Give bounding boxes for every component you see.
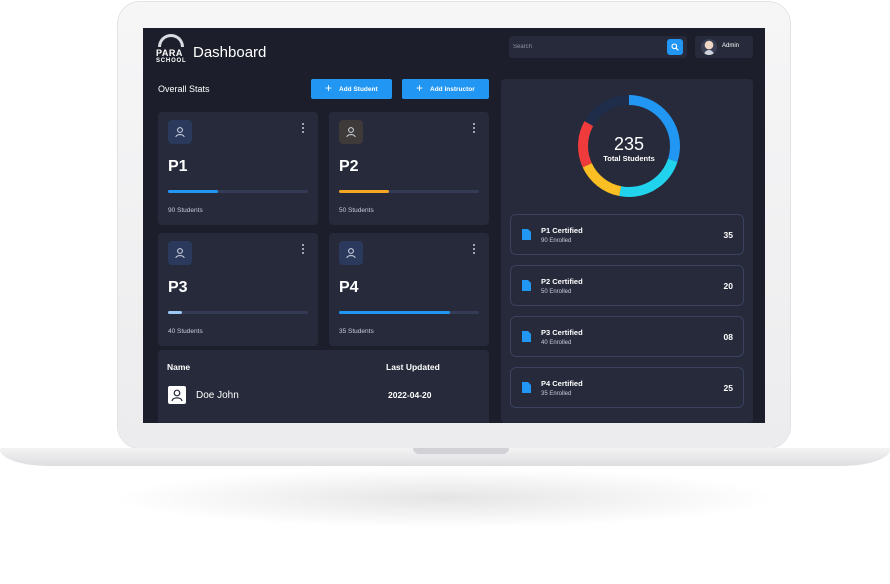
search-button[interactable] [667,39,683,55]
card-icon-box [339,120,363,144]
stat-card-p1[interactable]: P1 90 Students [158,112,318,225]
student-count: 50 Students [339,207,374,214]
certification-item[interactable]: P3 Certified 40 Enrolled 08 [510,316,744,357]
card-menu-icon[interactable] [300,244,306,258]
certification-title: P3 Certified [541,328,583,337]
progress-fill [168,311,182,314]
user-name: Admin [722,43,740,49]
user-menu[interactable]: Admin [695,36,753,58]
student-count: 40 Students [168,328,203,335]
certification-value: 08 [723,332,733,342]
table-row-name[interactable]: Doe John [196,390,239,401]
add-student-button[interactable]: + Add Student [311,79,392,99]
para-school-logo[interactable]: PARA SCHOOL [156,34,186,68]
certification-title: P2 Certified [541,277,583,286]
certification-enrolled: 40 Enrolled [541,340,572,346]
add-instructor-button[interactable]: + Add Instructor [402,79,489,99]
progress-fill [339,190,390,193]
document-icon [522,280,531,291]
card-icon-box [339,241,363,265]
student-count: 90 Students [168,207,203,214]
page-title: Dashboard [193,44,267,61]
student-count: 35 Students [339,328,374,335]
card-name: P1 [168,158,188,175]
card-name: P2 [339,158,359,175]
stat-card-p3[interactable]: P3 40 Students [158,233,318,346]
search-input[interactable] [513,39,663,55]
progress-fill [339,311,450,314]
certification-enrolled: 50 Enrolled [541,289,572,295]
laptop-notch [413,448,509,454]
plus-icon: + [416,81,424,95]
certification-title: P1 Certified [541,226,583,235]
certification-value: 20 [723,281,733,291]
certification-item[interactable]: P1 Certified 90 Enrolled 35 [510,214,744,255]
document-icon [522,331,531,342]
certification-title: P4 Certified [541,379,583,388]
add-instructor-label: Add Instructor [430,86,475,93]
logo-line-1: PARA [156,48,183,58]
logo-line-2: SCHOOL [156,58,187,64]
user-icon [175,248,185,259]
students-table: Name Last Updated Doe John 2022-04-20 [158,350,489,423]
user-icon [346,127,356,138]
user-icon [175,127,185,138]
progress-track [168,311,308,314]
stat-card-p2[interactable]: P2 50 Students [329,112,489,225]
search-icon [671,43,679,51]
column-header-last-updated[interactable]: Last Updated [386,362,440,372]
plus-icon: + [325,81,333,95]
card-icon-box [168,241,192,265]
progress-fill [168,190,219,193]
card-menu-icon[interactable] [471,244,477,258]
dashboard-screen: PARA SCHOOL Dashboard Admin Overall Stat… [143,28,765,423]
card-menu-icon[interactable] [300,123,306,137]
progress-track [339,190,479,193]
avatar [701,39,717,55]
stat-card-p4[interactable]: P4 35 Students [329,233,489,346]
certification-enrolled: 35 Enrolled [541,391,572,397]
certification-item[interactable]: P2 Certified 50 Enrolled 20 [510,265,744,306]
document-icon [522,229,531,240]
total-students-label: Total Students [603,154,655,163]
card-menu-icon[interactable] [471,123,477,137]
add-student-label: Add Student [339,86,378,93]
logo-arc-icon [158,34,184,47]
column-header-name[interactable]: Name [167,362,190,372]
search-box [509,36,687,58]
card-icon-box [168,120,192,144]
document-icon [522,382,531,393]
table-row-date: 2022-04-20 [388,390,432,400]
progress-track [339,311,479,314]
progress-track [168,190,308,193]
certification-enrolled: 90 Enrolled [541,238,572,244]
user-icon [346,248,356,259]
card-name: P4 [339,279,359,296]
certification-value: 35 [723,230,733,240]
laptop-shadow [110,468,780,528]
summary-panel: 235 Total Students P1 Certified 90 Enrol… [501,79,753,423]
section-title: Overall Stats [158,84,210,94]
card-name: P3 [168,279,188,296]
user-avatar-icon [168,386,186,404]
certification-value: 25 [723,383,733,393]
certification-item[interactable]: P4 Certified 35 Enrolled 25 [510,367,744,408]
total-students-value: 235 [613,134,645,154]
